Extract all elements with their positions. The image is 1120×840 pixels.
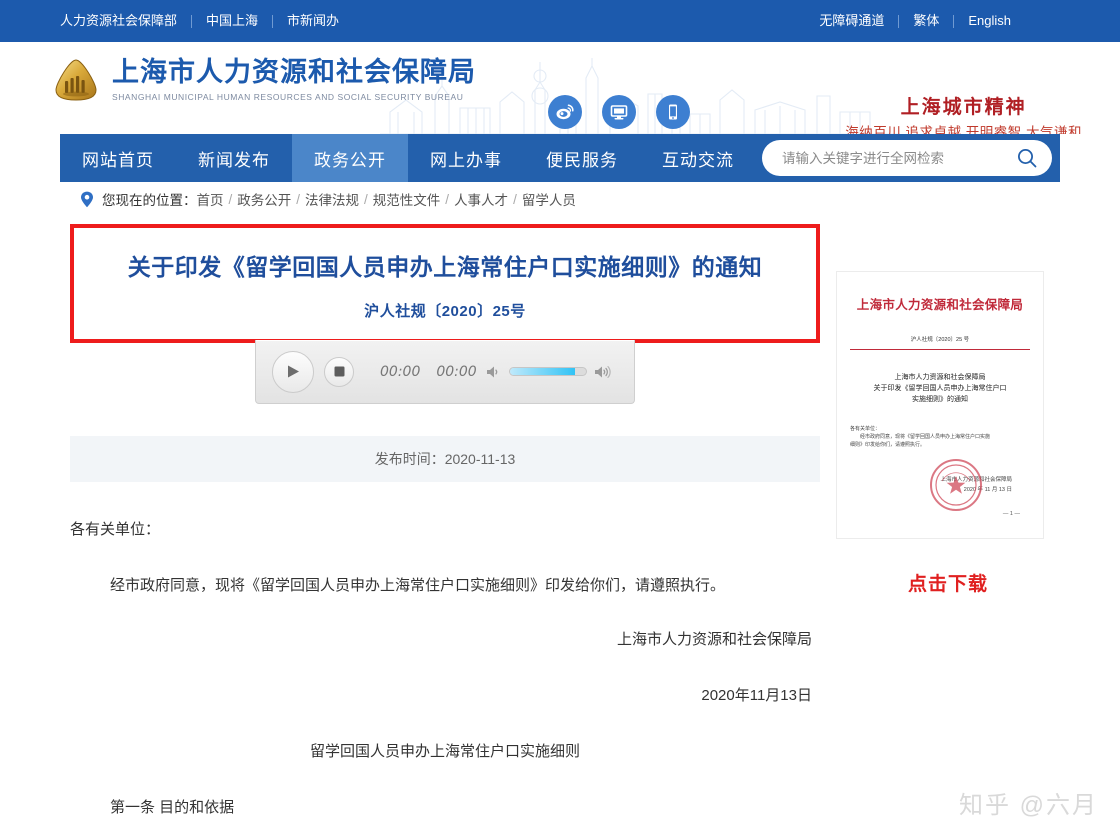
topbar-link-press-office[interactable]: 市新闻办 (273, 14, 353, 28)
site-header: 上海市人力资源和社会保障局 SHANGHAI MUNICIPAL HUMAN R… (0, 42, 1120, 134)
preview-signature-block: 上海市人力资源和社会保障局 2020 年 11 月 13 日 (850, 475, 1030, 495)
volume-high-icon[interactable] (594, 365, 612, 379)
page-title: 关于印发《留学回国人员申办上海常住户口实施细则》的通知 (92, 250, 798, 284)
nav-item-news[interactable]: 新闻发布 (176, 134, 292, 182)
topbar-link-accessibility[interactable]: 无障碍通道 (805, 14, 898, 28)
main-navigation: 网站首页 新闻发布 政务公开 网上办事 便民服务 互动交流 (60, 134, 1060, 182)
volume-low-icon[interactable] (486, 365, 502, 379)
nav-item-list: 网站首页 新闻发布 政务公开 网上办事 便民服务 互动交流 (60, 134, 756, 182)
nav-item-home[interactable]: 网站首页 (60, 134, 176, 182)
location-pin-icon (80, 191, 94, 208)
search-icon[interactable] (1016, 147, 1038, 169)
preview-body-line-1: 各有关单位： (850, 425, 1030, 433)
article-signature-date: 2020年11月13日 (70, 682, 820, 710)
audio-total-time: 00:00 (436, 364, 476, 380)
breadcrumb-item-overseas-students[interactable]: 留学人员 (522, 189, 576, 209)
audio-player[interactable]: 00:00 00:00 (255, 340, 635, 404)
city-spirit-slogan: 上海城市精神 海纳百川 追求卓越 开明睿智 大气谦和 (845, 96, 1082, 134)
weibo-icon[interactable] (548, 95, 582, 129)
main-content: 关于印发《留学回国人员申办上海常住户口实施细则》的通知 沪人社规〔2020〕25… (60, 216, 1060, 822)
breadcrumb-separator: / (364, 192, 368, 207)
breadcrumb-item-laws[interactable]: 法律法规 (305, 189, 359, 209)
nav-item-public-services[interactable]: 便民服务 (524, 134, 640, 182)
official-seal-icon (930, 459, 982, 511)
play-icon (286, 364, 300, 379)
desktop-icon[interactable] (602, 95, 636, 129)
search-input[interactable] (782, 151, 1016, 166)
preview-body-line-3: 细则》印发给你们，请遵照执行。 (850, 441, 1030, 449)
site-logo[interactable]: 上海市人力资源和社会保障局 SHANGHAI MUNICIPAL HUMAN R… (52, 56, 476, 104)
document-number: 沪人社规〔2020〕25号 (92, 300, 798, 321)
article-body: 各有关单位： 经市政府同意，现将《留学回国人员申办上海常住户口实施细则》印发给你… (70, 482, 820, 822)
article-section-one: 第一条 目的和依据 (70, 794, 820, 822)
breadcrumb-item-normative-docs[interactable]: 规范性文件 (373, 189, 441, 209)
article-signature-org: 上海市人力资源和社会保障局 (70, 626, 820, 654)
header-icon-group (548, 95, 690, 129)
preview-body-line-2: 经市政府同意，现将《留学回国人员申办上海常住户口实施 (850, 433, 1030, 441)
breadcrumb-separator: / (229, 192, 233, 207)
city-spirit-title: 上海城市精神 (845, 96, 1082, 120)
stop-button[interactable] (324, 357, 354, 387)
breadcrumb-separator: / (296, 192, 300, 207)
bureau-emblem-icon (52, 57, 100, 103)
preview-red-rule (850, 349, 1030, 350)
download-link[interactable]: 点击下载 (836, 569, 1060, 596)
article-title-box: 关于印发《留学回国人员申办上海常住户口实施细则》的通知 沪人社规〔2020〕25… (70, 224, 820, 343)
publish-time-text: 发布时间：2020-11-13 (375, 449, 516, 469)
volume-slider-fill (510, 368, 575, 375)
preview-body-block: 各有关单位： 经市政府同意，现将《留学回国人员申办上海常住户口实施 细则》印发给… (850, 425, 1030, 449)
preview-doc-code: 沪人社规〔2020〕25 号 (850, 335, 1030, 343)
audio-current-time: 00:00 (380, 364, 420, 380)
preview-page-number: — 1 — (850, 511, 1030, 517)
breadcrumb-separator: / (513, 192, 517, 207)
article-attachment-title: 留学回国人员申办上海常住户口实施细则 (70, 738, 820, 766)
topbar-link-traditional[interactable]: 繁体 (899, 14, 953, 28)
preview-title-line-1: 上海市人力资源和社会保障局 (850, 372, 1030, 383)
preview-heading: 上海市人力资源和社会保障局 (850, 294, 1030, 313)
city-spirit-subtitle: 海纳百川 追求卓越 开明睿智 大气谦和 (845, 122, 1082, 134)
stop-icon (334, 366, 345, 377)
document-preview-image[interactable]: 上海市人力资源和社会保障局 沪人社规〔2020〕25 号 上海市人力资源和社会保… (836, 271, 1044, 539)
preview-title-line-2: 关于印发《留学回国人员申办上海常住户口 (850, 383, 1030, 394)
preview-title-block: 上海市人力资源和社会保障局 关于印发《留学回国人员申办上海常住户口 实施细则》的… (850, 372, 1030, 405)
breadcrumb-separator: / (445, 192, 449, 207)
publish-time-bar: 发布时间：2020-11-13 (70, 436, 820, 482)
article-column: 关于印发《留学回国人员申办上海常住户口实施细则》的通知 沪人社规〔2020〕25… (70, 216, 820, 822)
play-button[interactable] (272, 351, 314, 393)
topbar-right-links: 无障碍通道 繁体 English (805, 14, 1025, 28)
preview-title-line-3: 实施细则》的通知 (850, 394, 1030, 405)
audio-player-wrapper: 00:00 00:00 (70, 340, 820, 404)
breadcrumb-item-government-affairs[interactable]: 政务公开 (237, 189, 291, 209)
nav-item-government-affairs[interactable]: 政务公开 (292, 134, 408, 182)
sidebar-column: 上海市人力资源和社会保障局 沪人社规〔2020〕25 号 上海市人力资源和社会保… (820, 216, 1060, 822)
topbar-link-mohrss[interactable]: 人力资源社会保障部 (60, 14, 191, 28)
top-utility-bar: 人力资源社会保障部 中国上海 市新闻办 无障碍通道 繁体 English (0, 0, 1120, 42)
audio-volume-control[interactable] (486, 365, 612, 379)
article-paragraph-salutation: 各有关单位： (70, 516, 820, 544)
topbar-left-links: 人力资源社会保障部 中国上海 市新闻办 (0, 14, 353, 28)
audio-time-display: 00:00 00:00 (380, 364, 477, 380)
nav-item-online-services[interactable]: 网上办事 (408, 134, 524, 182)
breadcrumb-label: 您现在的位置： (102, 189, 197, 209)
site-search[interactable] (762, 140, 1052, 176)
topbar-link-english[interactable]: English (954, 14, 1025, 28)
breadcrumb-item-personnel[interactable]: 人事人才 (454, 189, 508, 209)
article-paragraph-main: 经市政府同意，现将《留学回国人员申办上海常住户口实施细则》印发给你们，请遵照执行… (70, 572, 820, 600)
site-title-cn: 上海市人力资源和社会保障局 (112, 56, 476, 88)
nav-item-interaction[interactable]: 互动交流 (640, 134, 756, 182)
site-title-en: SHANGHAI MUNICIPAL HUMAN RESOURCES AND S… (112, 90, 476, 104)
volume-slider[interactable] (509, 367, 587, 376)
breadcrumb-item-home[interactable]: 首页 (197, 189, 224, 209)
mobile-icon[interactable] (656, 95, 690, 129)
breadcrumb: 您现在的位置： 首页 / 政务公开 / 法律法规 / 规范性文件 / 人事人才 … (60, 182, 1060, 216)
topbar-link-china-shanghai[interactable]: 中国上海 (192, 14, 272, 28)
